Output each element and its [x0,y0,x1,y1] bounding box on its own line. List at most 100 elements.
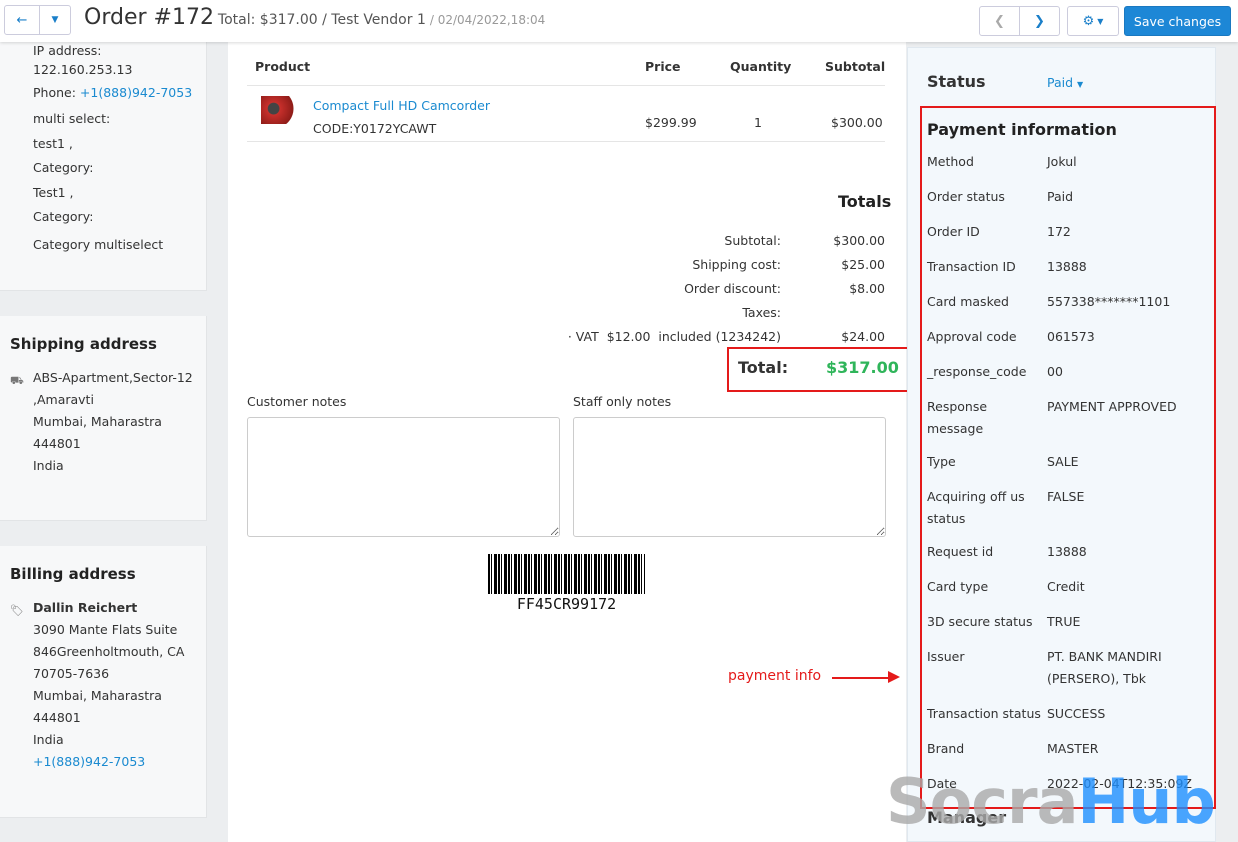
order-date: / 02/04/2022,18:04 [429,13,546,27]
address-line: 3090 Mante Flats Suite [33,622,178,637]
billing-title: Billing address [10,565,136,583]
total-label: · VAT $12.00 included (1234242) [567,329,781,344]
custom-field: multi select: [33,111,111,126]
totals-values: $300.00 $25.00 $8.00 $24.00 [790,229,885,349]
status-dropdown[interactable]: Paid ▼ [1047,75,1083,90]
product-code: CODE:Y0172YCAWT [313,121,437,136]
total-label: Subtotal: [724,233,781,248]
product-price: $299.99 [645,115,697,130]
chevron-left-icon: ❮ [994,13,1005,29]
address-line: 70705-7636 [33,666,110,681]
customer-info-panel: IP address: 122.160.253.13 Phone: +1(888… [0,38,207,291]
annotation-label: payment info [728,668,822,684]
watermark-logo: SocraHub [886,765,1216,838]
payment-key: _response_code [927,364,1027,379]
col-subtotal: Subtotal [825,59,886,74]
payment-key: Approval code [927,329,1017,344]
customer-notes-label: Customer notes [247,394,347,409]
next-order-button[interactable]: ❯ [1019,6,1060,36]
payment-key: Acquiring off us status [927,489,1025,526]
address-line: 444801 [33,436,81,451]
gear-icon: ⚙ [1082,13,1095,29]
order-summary: Total: $317.00 / Test Vendor 1 [217,12,426,28]
custom-field: Test1 , [33,184,74,200]
prev-order-button[interactable]: ❮ [979,6,1020,36]
address-line: 846Greenholtmouth, CA [33,644,185,659]
payment-key: Transaction ID [927,259,1016,274]
total-label: Taxes: [742,305,781,320]
product-thumbnail [261,96,297,124]
shipping-address-panel: Shipping address ⛟ ABS-Apartment,Sector-… [0,316,207,521]
caret-down-icon: ▼ [1077,80,1084,89]
payment-key: Type [927,454,956,469]
billing-name: Dallin Reichert [33,600,138,615]
shipping-title: Shipping address [10,335,157,353]
grand-total-label: Total: [738,358,789,377]
payment-key: Method [927,154,974,169]
barcode-text: FF45CR99172 [516,595,617,613]
address-line: ABS-Apartment,Sector-12 [33,370,193,385]
customer-notes-input[interactable] [247,417,560,537]
arrow-left-icon: ← [16,12,28,28]
payment-value: SUCCESS [1047,706,1106,721]
payment-key: Order ID [927,224,980,239]
ip-label: IP address: [33,43,102,58]
billing-address-panel: Billing address 🏷 Dallin Reichert 3090 M… [0,546,207,818]
total-value: $300.00 [833,233,885,248]
payment-key: Transaction status [927,706,1041,721]
back-button[interactable]: ← [4,5,40,35]
payment-value: Credit [1047,579,1085,594]
payment-key: Card type [927,579,989,594]
address-line: 444801 [33,710,81,725]
address-line: Mumbai, Maharastra [33,414,162,429]
custom-field: Category: [33,160,94,175]
payment-value: TRUE [1047,614,1081,629]
payment-value: PT. BANK MANDIRI (PERSERO), Tbk [1047,649,1162,686]
totals-labels: Subtotal: Shipping cost: Order discount:… [460,229,781,349]
address-line: India [33,732,64,747]
product-link[interactable]: Compact Full HD Camcorder [313,98,490,113]
chevron-right-icon: ❯ [1034,13,1045,29]
staff-notes-input[interactable] [573,417,886,537]
status-label: Status [927,72,986,91]
phone-label: Phone: [33,85,76,100]
barcode-image [488,554,645,594]
total-label: Shipping cost: [692,257,781,272]
payment-key: 3D secure status [927,614,1033,629]
payment-key: Issuer [927,649,965,664]
caret-down-icon: ▼ [1097,16,1104,26]
arrow-head-icon [888,671,900,683]
custom-field: Category multiselect [33,236,164,252]
total-value: $25.00 [841,257,885,272]
custom-field: Category: [33,209,94,224]
payment-key: Card masked [927,294,1009,309]
product-quantity: 1 [754,115,762,130]
payment-key: Order status [927,189,1005,204]
payment-value: 557338*******1101 [1047,294,1171,309]
total-value: $8.00 [849,281,885,296]
status-value: Paid [1047,75,1074,90]
payment-value: Paid [1047,189,1074,204]
save-changes-button[interactable]: Save changes [1124,6,1231,36]
settings-dropdown-button[interactable]: ⚙ ▼ [1067,6,1119,36]
custom-field: test1 , [33,135,73,151]
payment-value: SALE [1047,454,1079,469]
total-value: $24.00 [841,329,885,344]
total-label: Order discount: [684,281,781,296]
back-dropdown-button[interactable]: ▼ [39,5,71,35]
payment-key: Brand [927,741,965,756]
payment-value: MASTER [1047,741,1099,756]
address-line: ,Amaravti [33,392,94,407]
payment-value: Jokul [1047,154,1077,169]
billing-phone-link[interactable]: +1(888)942-7053 [33,754,145,769]
total-value [790,301,885,325]
ip-value: 122.160.253.13 [33,62,133,77]
top-toolbar: ← ▼ Order #172 Total: $317.00 / Test Ven… [0,0,1238,42]
caret-down-icon: ▼ [51,15,59,25]
address-line: India [33,458,64,473]
payment-key: Request id [927,544,994,559]
grand-total-value: $317.00 [826,358,899,377]
truck-icon: ⛟ [10,374,24,387]
phone-link[interactable]: +1(888)942-7053 [80,85,192,100]
staff-notes-label: Staff only notes [573,394,672,409]
